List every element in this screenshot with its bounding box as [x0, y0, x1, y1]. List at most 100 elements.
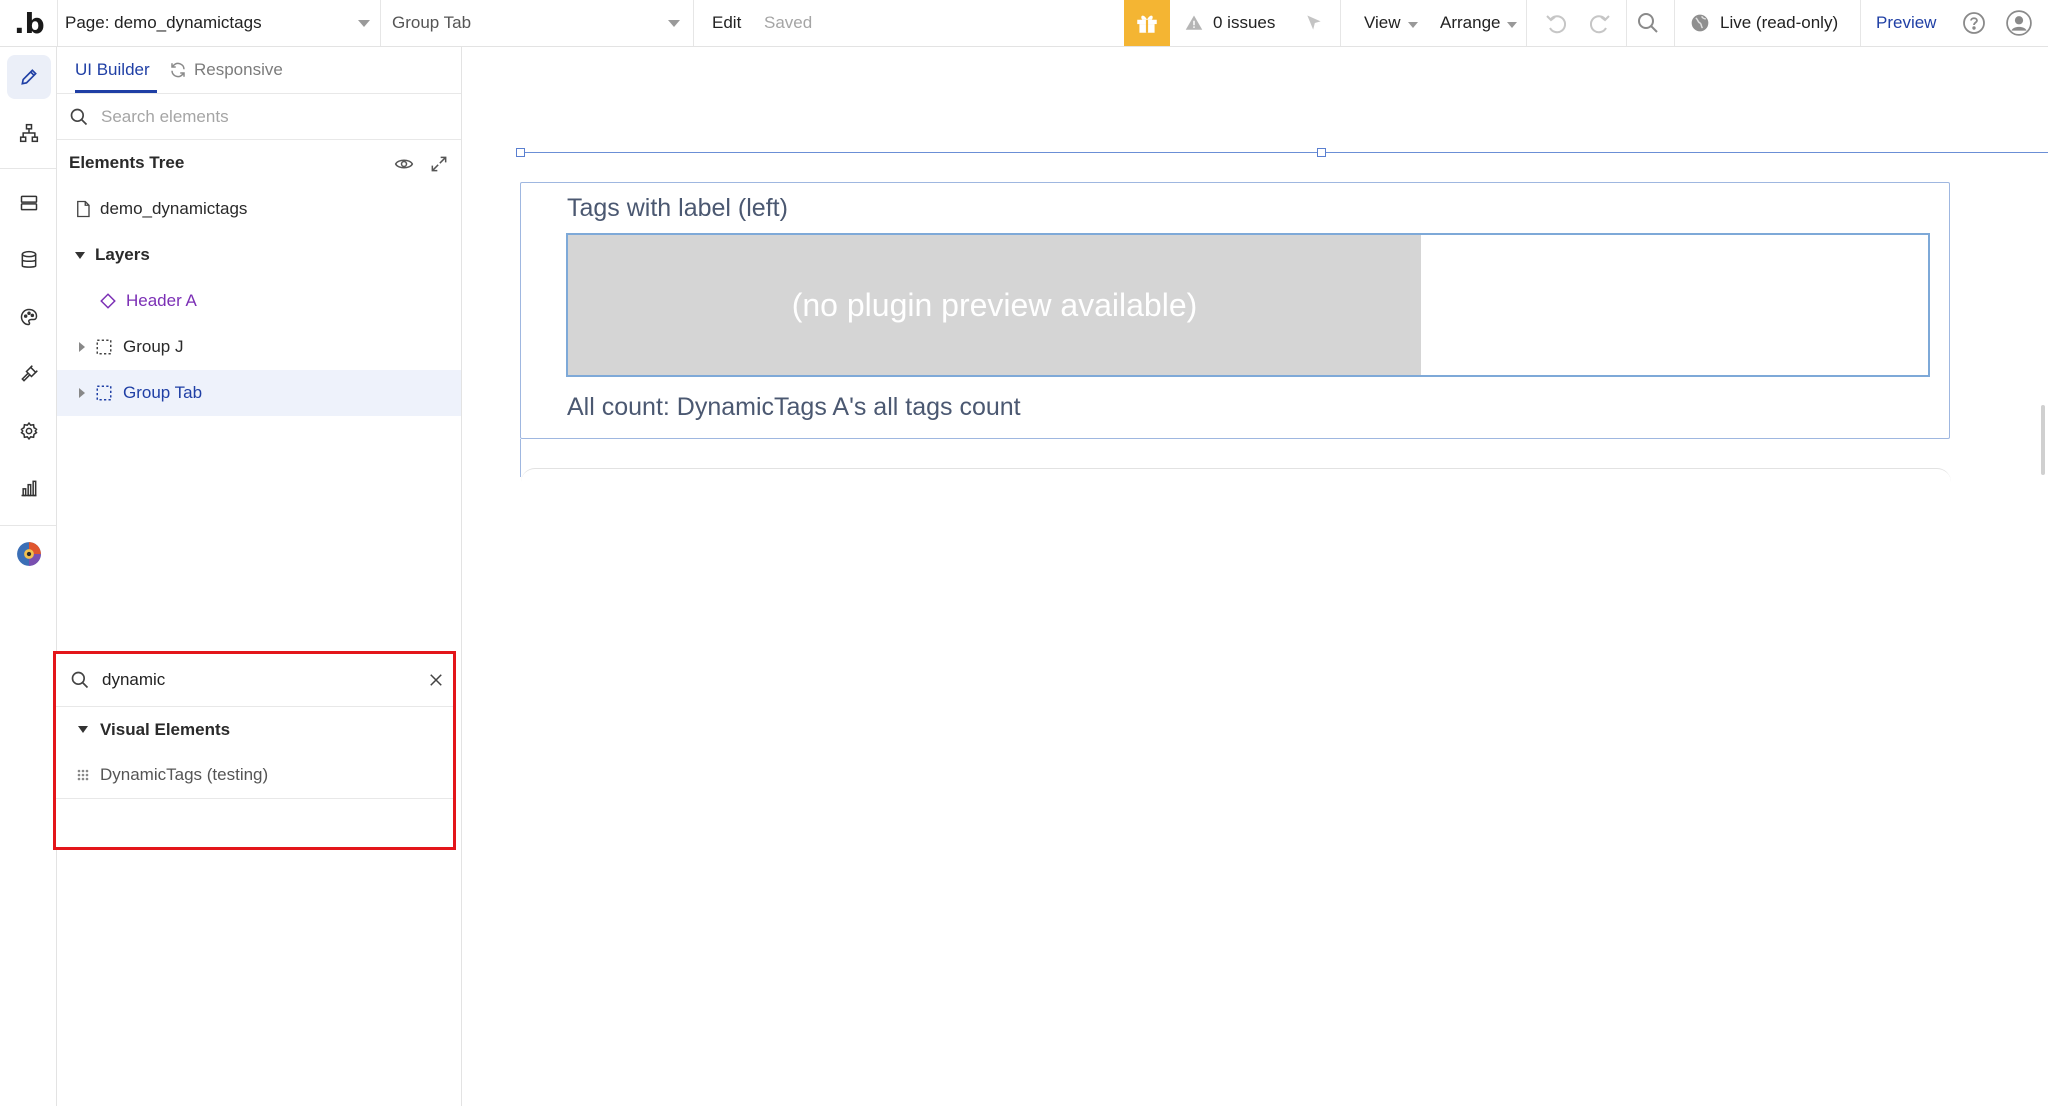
settings-icon — [20, 421, 38, 441]
resize-handle[interactable] — [516, 148, 525, 157]
tab-responsive[interactable]: Responsive — [169, 60, 283, 80]
caret-down-icon[interactable] — [78, 726, 88, 733]
divider — [380, 0, 381, 46]
expand-tree-button[interactable] — [429, 154, 449, 179]
version-selector[interactable]: Live (read-only) — [1690, 0, 1838, 46]
redo-icon — [1589, 15, 1610, 34]
element-search-popup: Visual Elements DynamicTags (testing) — [53, 651, 456, 850]
undo-icon — [1546, 15, 1567, 34]
element-selector[interactable]: Group Tab — [392, 0, 680, 46]
inspect-button[interactable] — [1304, 0, 1324, 46]
caret-down-icon[interactable] — [75, 251, 85, 259]
tab-ui-builder[interactable]: UI Builder — [75, 60, 150, 80]
rail-logs[interactable] — [7, 466, 51, 510]
result-item-dynamictags[interactable]: DynamicTags (testing) — [56, 752, 453, 799]
tree-item-group-j[interactable]: Group J — [57, 324, 461, 370]
tree-item-label: Group J — [123, 337, 184, 356]
design-canvas[interactable]: Tags with label (left) (no plugin previe… — [463, 47, 2048, 1106]
divider — [57, 0, 58, 46]
search-button[interactable] — [1636, 0, 1660, 46]
user-avatar-icon — [2006, 10, 2032, 36]
element-selector-label: Group Tab — [392, 13, 472, 32]
resize-handle[interactable] — [1317, 148, 1326, 157]
text-tags-label[interactable]: Tags with label (left) — [567, 194, 788, 223]
category-visual-elements[interactable]: Visual Elements — [56, 707, 453, 752]
bubble-logo[interactable]: .b — [14, 0, 45, 46]
divider — [1340, 0, 1341, 46]
divider — [0, 525, 56, 526]
dynamictags-element[interactable]: (no plugin preview available) — [566, 233, 1930, 377]
search-icon — [71, 671, 89, 689]
caret-right-icon[interactable] — [79, 388, 85, 398]
undo-button[interactable] — [1544, 0, 1568, 46]
account-button[interactable] — [2006, 0, 2032, 46]
palette-icon — [20, 308, 38, 326]
rail-settings[interactable] — [7, 409, 51, 453]
page-selector[interactable]: Page: demo_dynamictags — [65, 0, 370, 46]
clear-search-button[interactable] — [429, 673, 443, 692]
page-icon — [77, 200, 90, 218]
elements-tree-title: Elements Tree — [69, 153, 185, 172]
selection-outline — [520, 439, 521, 477]
search-icon — [70, 108, 88, 125]
rail-data[interactable] — [7, 181, 51, 225]
caret-right-icon[interactable] — [79, 342, 85, 352]
tree-item-layers[interactable]: Layers — [57, 232, 461, 278]
rail-styles[interactable] — [7, 295, 51, 339]
tree-item-label: Header A — [126, 291, 197, 310]
rail-design[interactable] — [7, 55, 51, 99]
issues-indicator[interactable]: 0 issues — [1185, 0, 1275, 46]
chevron-down-icon — [668, 19, 680, 27]
gift-button[interactable] — [1124, 0, 1170, 46]
next-group-container[interactable] — [521, 468, 1951, 488]
chart-icon — [21, 480, 37, 497]
top-bar: .b Page: demo_dynamictags Group Tab Edit… — [0, 0, 2048, 47]
data-icon — [20, 195, 38, 211]
elements-tree-header: Elements Tree — [57, 140, 461, 186]
tree-item-label: Group Tab — [123, 383, 203, 402]
active-tab-indicator — [75, 90, 157, 93]
help-button[interactable] — [1962, 0, 1986, 46]
tree-item-group-tab[interactable]: Group Tab — [57, 370, 461, 416]
workflow-icon — [19, 123, 39, 143]
arrange-menu[interactable]: Arrange — [1440, 0, 1518, 46]
tab-responsive-label: Responsive — [194, 60, 283, 79]
globe-icon — [1691, 14, 1709, 32]
pencil-icon — [21, 69, 37, 85]
divider — [1626, 0, 1627, 46]
expand-icon — [431, 156, 447, 172]
rail-workflow[interactable] — [7, 111, 51, 155]
group-icon — [96, 339, 112, 355]
database-icon — [21, 250, 37, 268]
drag-handle-icon — [77, 769, 89, 781]
divider — [1860, 0, 1861, 46]
redo-button[interactable] — [1588, 0, 1612, 46]
edit-menu[interactable]: Edit — [712, 0, 741, 46]
side-rail — [0, 47, 57, 1106]
group-icon — [96, 385, 112, 401]
divider — [1526, 0, 1527, 46]
rail-plugins[interactable] — [7, 352, 51, 396]
preview-button[interactable]: Preview — [1876, 0, 1936, 46]
rail-profile[interactable] — [7, 532, 51, 576]
tree-item-page[interactable]: demo_dynamictags — [57, 186, 461, 232]
element-search — [56, 654, 453, 707]
warning-icon — [1185, 15, 1203, 30]
panel-tabs: UI Builder Responsive — [57, 47, 461, 94]
profile-color-icon — [17, 542, 41, 566]
rail-database[interactable] — [7, 238, 51, 282]
text-all-count[interactable]: All count: DynamicTags A's all tags coun… — [567, 393, 1021, 422]
help-icon — [1963, 12, 1985, 34]
element-search-input[interactable] — [102, 670, 402, 690]
tree-item-header-a[interactable]: Header A — [57, 278, 461, 324]
divider — [0, 168, 56, 169]
toggle-visibility-button[interactable] — [394, 154, 414, 179]
search-elements-input[interactable] — [101, 106, 421, 127]
issues-label: 0 issues — [1213, 13, 1276, 32]
result-item-label: DynamicTags (testing) — [100, 765, 269, 784]
diamond-icon — [100, 293, 116, 309]
divider — [693, 0, 694, 46]
elements-panel: UI Builder Responsive Elements Tree — [57, 47, 462, 1106]
scrollbar-thumb[interactable] — [2041, 405, 2045, 475]
view-menu[interactable]: View — [1364, 0, 1418, 46]
